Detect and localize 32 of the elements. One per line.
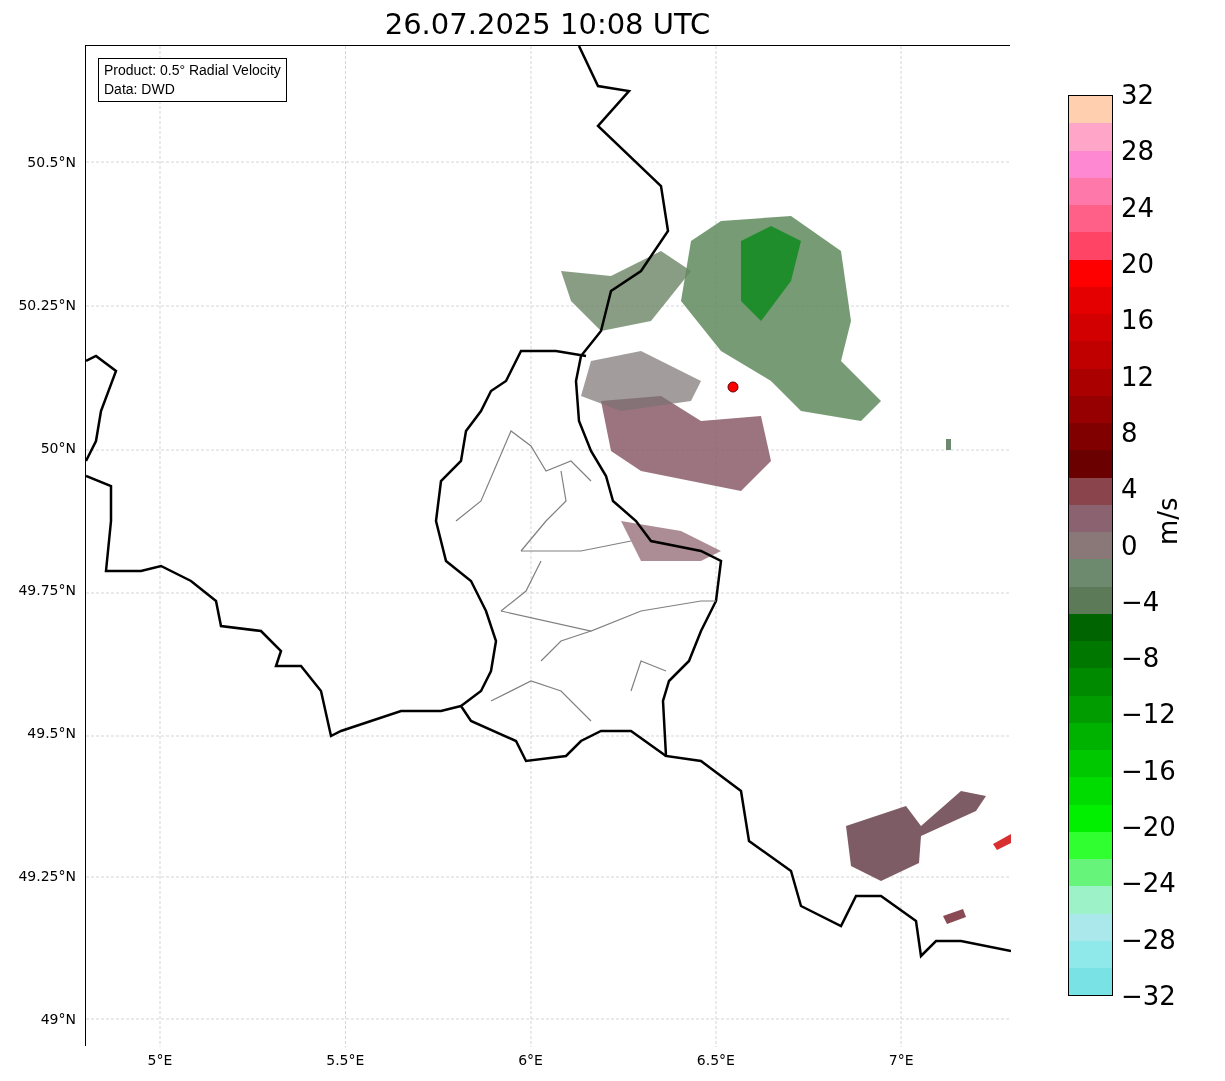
latitude-label: 50.5°N bbox=[27, 154, 76, 170]
latitude-label: 49.5°N bbox=[27, 725, 76, 742]
latitude-label: 49.75°N bbox=[18, 582, 76, 599]
colorbar-tick-label: 24 bbox=[1121, 193, 1155, 222]
colorbar-tick-label: −24 bbox=[1121, 869, 1176, 898]
colorbar-tick-label: 12 bbox=[1121, 362, 1155, 391]
colorbar-tick-label: −28 bbox=[1121, 925, 1176, 954]
longitude-label: 7°E bbox=[888, 1052, 914, 1068]
longitude-label: 6°E bbox=[518, 1052, 543, 1068]
latitude-label: 49.25°N bbox=[18, 868, 76, 884]
colorbar-tick-label: −8 bbox=[1121, 644, 1160, 673]
colorbar-tick-label: 28 bbox=[1121, 137, 1155, 166]
longitude-label: 5.5°E bbox=[326, 1052, 365, 1068]
colorbar-tick-label: 32 bbox=[1121, 81, 1155, 109]
colorbar-tick-label: −20 bbox=[1121, 813, 1176, 842]
colorbar-tick-label: −12 bbox=[1121, 700, 1176, 729]
longitude-label: 5°E bbox=[147, 1052, 173, 1068]
colorbar-tick-label: 0 bbox=[1121, 531, 1138, 560]
colorbar-tick-label: −16 bbox=[1121, 756, 1176, 785]
latitude-label: 50°N bbox=[40, 439, 76, 456]
colorbar-tick-label: 8 bbox=[1121, 418, 1138, 447]
colorbar-tick-label: 16 bbox=[1121, 306, 1155, 335]
chart-title: 26.07.2025 10:08 UTC bbox=[384, 6, 711, 43]
colorbar-tick-label: 4 bbox=[1121, 475, 1138, 504]
colorbar-tick-label: −32 bbox=[1121, 982, 1176, 1010]
colorbar-label: m/s bbox=[1153, 497, 1183, 545]
longitude-label: 6.5°E bbox=[696, 1052, 735, 1068]
colorbar-tick-label: 20 bbox=[1121, 249, 1155, 278]
info-box: Product: 0.5° Radial Velocity Data: DWD bbox=[98, 58, 287, 102]
colorbar-tick-label: −4 bbox=[1121, 587, 1160, 616]
latitude-label: 49°N bbox=[40, 1010, 76, 1027]
latitude-label: 50.25°N bbox=[18, 296, 76, 313]
